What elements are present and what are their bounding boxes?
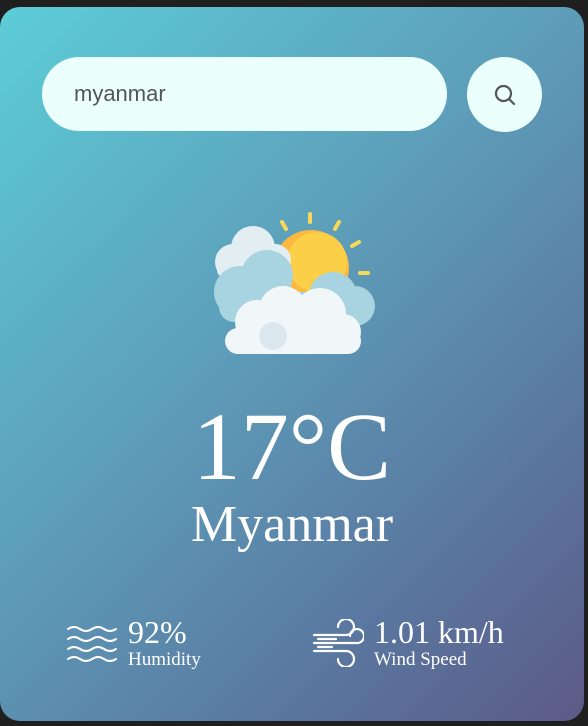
wind-detail: 1.01 km/h Wind Speed — [312, 615, 504, 671]
wind-icon — [312, 619, 364, 667]
wind-value: 1.01 km/h — [374, 614, 504, 650]
humidity-value: 92% — [128, 614, 187, 650]
humidity-label: Humidity — [128, 649, 201, 670]
search-button[interactable] — [467, 57, 542, 132]
wind-label: Wind Speed — [374, 649, 467, 670]
weather-card: 17°C Myanmar 92% Humidity — [0, 7, 584, 721]
temperature-value: 17°C — [192, 393, 392, 500]
city-name: Myanmar — [190, 496, 394, 553]
search-input[interactable] — [42, 57, 447, 131]
humidity-icon — [67, 626, 117, 662]
search-icon — [494, 84, 515, 105]
humidity-detail: 92% Humidity — [66, 615, 201, 671]
partly-cloudy-icon — [214, 212, 375, 354]
